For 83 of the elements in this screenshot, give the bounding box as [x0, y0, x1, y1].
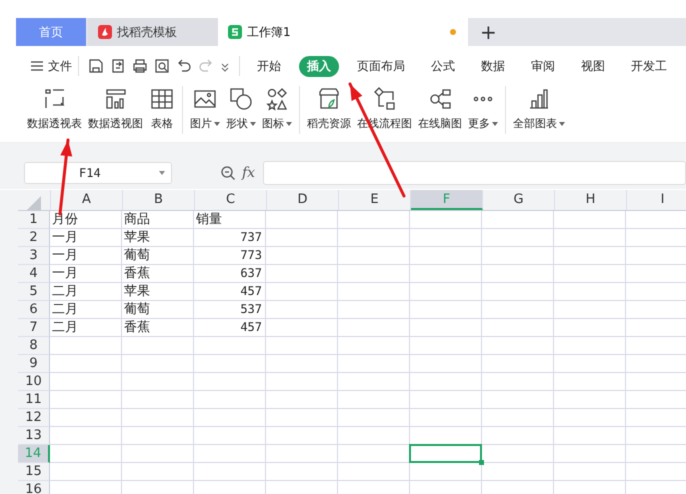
table-cell-text: 二月: [51, 319, 79, 336]
ribbon-tab[interactable]: 公式: [423, 56, 463, 76]
row-header[interactable]: 15: [18, 463, 50, 481]
ribbon-tab[interactable]: 视图: [573, 56, 613, 76]
flow-icon: [372, 86, 398, 112]
table-cell-text: 月份: [51, 211, 79, 228]
table-cell-text: 商品: [123, 211, 151, 228]
flame-logo-icon: [98, 25, 112, 39]
name-box[interactable]: F14: [24, 162, 172, 184]
table-cell-text: 葡萄: [123, 247, 151, 264]
ribbon-button[interactable]: 在线脑图: [415, 86, 465, 131]
print-icon[interactable]: [132, 58, 148, 74]
column-header[interactable]: H: [555, 190, 627, 210]
row-header[interactable]: 2: [18, 229, 50, 247]
table-cell-text: 一月: [51, 247, 79, 264]
table-cell-text: 一月: [51, 229, 79, 246]
table-cell-text: 二月: [51, 301, 79, 318]
ribbon-button[interactable]: 更多: [465, 86, 501, 131]
row-header[interactable]: 7: [18, 319, 50, 337]
table-cell-text: 二月: [51, 283, 79, 300]
table-cell-text: 苹果: [123, 283, 151, 300]
ribbon-button[interactable]: 表格: [146, 86, 178, 131]
table-cell-text: 香蕉: [123, 319, 151, 336]
ribbon-button[interactable]: 数据透视表: [24, 86, 85, 131]
table-cell-text: 773: [239, 247, 263, 264]
table-cell-text: 苹果: [123, 229, 151, 246]
table-cell-text: 葡萄: [123, 301, 151, 318]
ribbon-tab[interactable]: 开始: [249, 56, 289, 76]
column-header[interactable]: C: [195, 190, 267, 210]
table-cell-text: 637: [239, 265, 263, 282]
ribbon-button[interactable]: 图标: [259, 86, 295, 131]
ribbon-tab[interactable]: 审阅: [523, 56, 563, 76]
row-header[interactable]: 4: [18, 265, 50, 283]
fill-handle[interactable]: [479, 460, 484, 465]
column-header[interactable]: E: [339, 190, 411, 210]
row-header[interactable]: 5: [18, 283, 50, 301]
table-cell-text: 537: [239, 301, 263, 318]
ribbon-tab[interactable]: 页面布局: [349, 56, 413, 76]
active-cell[interactable]: [409, 444, 482, 463]
table-cell-text: 457: [239, 319, 263, 336]
table-cell-text: 一月: [51, 265, 79, 282]
table-cell-text: 香蕉: [123, 265, 151, 282]
column-header[interactable]: A: [51, 190, 123, 210]
file-menu[interactable]: 文件: [30, 58, 72, 74]
export-icon[interactable]: [110, 58, 126, 74]
row-header[interactable]: 16: [18, 481, 50, 494]
formula-input[interactable]: [263, 161, 686, 185]
table-cell-text: 457: [239, 283, 263, 300]
row-header[interactable]: 3: [18, 247, 50, 265]
row-header[interactable]: 13: [18, 427, 50, 445]
column-header[interactable]: I: [627, 190, 686, 210]
menu-icon: [30, 60, 44, 72]
save-icon[interactable]: [88, 58, 104, 74]
column-header[interactable]: G: [483, 190, 555, 210]
row-header[interactable]: 11: [18, 391, 50, 409]
row-header[interactable]: 1: [18, 211, 50, 229]
ribbon-button[interactable]: 图片: [187, 86, 223, 131]
row-header[interactable]: 10: [18, 373, 50, 391]
ribbon-button[interactable]: 数据透视图: [85, 86, 146, 131]
function-button[interactable]: fx: [242, 165, 256, 181]
table-cell-text: 737: [239, 229, 263, 246]
ribbon-button[interactable]: 稻壳资源: [304, 86, 354, 131]
undo-icon[interactable]: [176, 58, 192, 74]
column-header[interactable]: D: [267, 190, 339, 210]
more-icon: [473, 96, 493, 102]
caret-icon: [159, 171, 165, 175]
zoom-icon[interactable]: [220, 165, 236, 181]
shape-icon: [228, 86, 254, 112]
ribbon-tab[interactable]: 开发工: [623, 56, 675, 76]
document-tab[interactable]: 工作簿1: [218, 18, 468, 46]
row-header[interactable]: 9: [18, 355, 50, 373]
new-tab-button[interactable]: +: [480, 22, 497, 42]
ribbon-button[interactable]: 全部图表: [510, 86, 568, 131]
row-header[interactable]: 12: [18, 409, 50, 427]
spreadsheet-logo-icon: [228, 25, 242, 39]
ribbon-button[interactable]: 形状: [223, 86, 259, 131]
row-header[interactable]: 8: [18, 337, 50, 355]
ribbon-tab[interactable]: 数据: [473, 56, 513, 76]
row-header[interactable]: 6: [18, 301, 50, 319]
table-cell-text: 销量: [195, 211, 223, 228]
preview-icon[interactable]: [154, 58, 170, 74]
document-tab[interactable]: 找稻壳模板: [88, 18, 218, 46]
column-header[interactable]: B: [123, 190, 195, 210]
